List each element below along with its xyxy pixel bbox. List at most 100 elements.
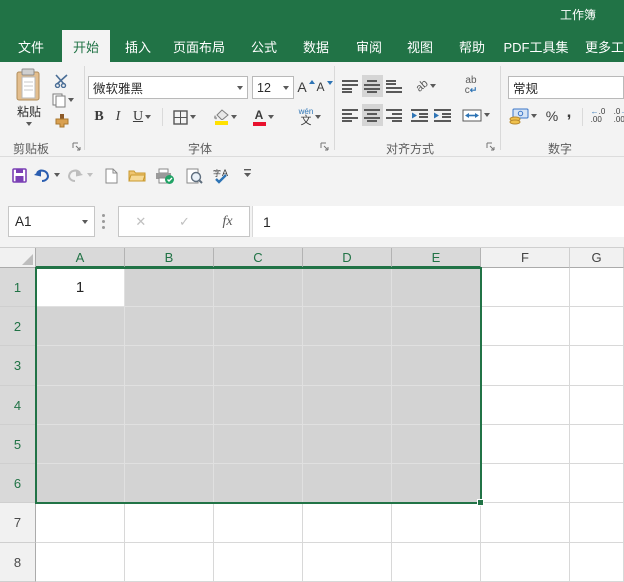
fill-color-button[interactable] [208, 105, 242, 129]
cell-D6[interactable] [303, 464, 392, 503]
customize-qat-button[interactable] [243, 168, 252, 177]
tab-公式[interactable]: 公式 [244, 30, 284, 62]
cell-E3[interactable] [392, 346, 481, 386]
tab-PDF工具集[interactable]: PDF工具集 [498, 30, 574, 62]
cell-A1[interactable]: 1 [36, 268, 125, 307]
cell-A7[interactable] [36, 503, 125, 543]
increase-decimal-button[interactable]: ←.0 .00 [587, 104, 609, 128]
decrease-indent-button[interactable] [409, 104, 431, 126]
cell-D7[interactable] [303, 503, 392, 543]
accounting-format-button[interactable] [506, 104, 540, 128]
row-header-8[interactable]: 8 [0, 543, 36, 582]
cell-A3[interactable] [36, 346, 125, 386]
cell-E6[interactable] [392, 464, 481, 503]
font-name-combo[interactable]: 微软雅黑 [88, 76, 248, 99]
select-all-corner[interactable] [0, 248, 36, 268]
cell-F4[interactable] [481, 386, 570, 425]
orientation-button[interactable]: ab [410, 75, 442, 97]
cell-A8[interactable] [36, 543, 125, 582]
cell-A6[interactable] [36, 464, 125, 503]
open-button[interactable] [128, 168, 146, 182]
fill-handle[interactable] [477, 499, 484, 506]
cell-D3[interactable] [303, 346, 392, 386]
font-dialog-launcher-icon[interactable] [320, 142, 330, 152]
borders-button[interactable] [168, 105, 200, 129]
underline-button[interactable]: U [128, 105, 156, 129]
column-header-C[interactable]: C [214, 248, 303, 268]
insert-function-icon[interactable]: fx [223, 214, 233, 230]
cell-G2[interactable] [570, 307, 624, 346]
alignment-dialog-launcher-icon[interactable] [486, 142, 496, 152]
cell-B1[interactable] [125, 268, 214, 307]
tab-开始[interactable]: 开始 [62, 30, 110, 62]
cell-C3[interactable] [214, 346, 303, 386]
column-header-A[interactable]: A [36, 248, 125, 268]
cell-B2[interactable] [125, 307, 214, 346]
decrease-decimal-button[interactable]: .0→ .00 [611, 104, 624, 128]
undo-button[interactable] [33, 168, 60, 182]
cell-G5[interactable] [570, 425, 624, 464]
phonetic-guide-button[interactable]: wén 文 [292, 105, 328, 129]
top-align-button[interactable] [340, 75, 361, 97]
formula-input[interactable]: 1 [252, 206, 624, 237]
tab-更多工[interactable]: 更多工 [585, 30, 624, 62]
percent-style-button[interactable]: % [543, 104, 561, 128]
row-header-6[interactable]: 6 [0, 464, 36, 503]
cell-A2[interactable] [36, 307, 125, 346]
cell-G6[interactable] [570, 464, 624, 503]
cell-F2[interactable] [481, 307, 570, 346]
column-header-E[interactable]: E [392, 248, 481, 268]
cell-A5[interactable] [36, 425, 125, 464]
cell-F1[interactable] [481, 268, 570, 307]
name-box[interactable]: A1 [8, 206, 95, 237]
cell-G3[interactable] [570, 346, 624, 386]
cell-G8[interactable] [570, 543, 624, 582]
cell-D1[interactable] [303, 268, 392, 307]
row-header-5[interactable]: 5 [0, 425, 36, 464]
cell-F3[interactable] [481, 346, 570, 386]
column-header-F[interactable]: F [481, 248, 570, 268]
cell-D2[interactable] [303, 307, 392, 346]
cell-C2[interactable] [214, 307, 303, 346]
clipboard-dialog-launcher-icon[interactable] [72, 142, 82, 152]
cell-D5[interactable] [303, 425, 392, 464]
cell-C8[interactable] [214, 543, 303, 582]
increase-indent-button[interactable] [432, 104, 454, 126]
paste-button[interactable]: 粘贴 [10, 68, 48, 134]
row-header-4[interactable]: 4 [0, 386, 36, 425]
cell-F6[interactable] [481, 464, 570, 503]
cell-C6[interactable] [214, 464, 303, 503]
quick-print-button[interactable] [155, 168, 175, 185]
number-format-combo[interactable]: 常规 [508, 76, 624, 99]
cell-C5[interactable] [214, 425, 303, 464]
formula-bar-resize-handle[interactable] [102, 214, 105, 217]
cell-C1[interactable] [214, 268, 303, 307]
cell-F7[interactable] [481, 503, 570, 543]
enter-icon[interactable]: ✓ [179, 214, 190, 230]
cell-E1[interactable] [392, 268, 481, 307]
font-color-button[interactable]: A [248, 105, 278, 129]
tab-数据[interactable]: 数据 [296, 30, 336, 62]
cell-B5[interactable] [125, 425, 214, 464]
increase-font-size-button[interactable]: A [297, 76, 315, 98]
cell-B8[interactable] [125, 543, 214, 582]
save-button[interactable] [12, 168, 27, 183]
italic-button[interactable]: I [110, 105, 126, 129]
align-center-button[interactable] [362, 104, 383, 126]
cancel-icon[interactable]: ✕ [135, 214, 146, 230]
cell-B7[interactable] [125, 503, 214, 543]
middle-align-button[interactable] [362, 75, 383, 97]
column-header-D[interactable]: D [303, 248, 392, 268]
cell-F8[interactable] [481, 543, 570, 582]
cell-G4[interactable] [570, 386, 624, 425]
bottom-align-button[interactable] [384, 75, 405, 97]
bold-button[interactable]: B [90, 105, 108, 129]
spelling-button[interactable]: 字 A [213, 168, 231, 184]
wrap-text-button[interactable]: ab c↵ [456, 73, 486, 99]
format-painter-button[interactable] [50, 111, 74, 129]
copy-button[interactable] [48, 91, 78, 109]
tab-审阅[interactable]: 审阅 [349, 30, 389, 62]
cell-B3[interactable] [125, 346, 214, 386]
cell-C7[interactable] [214, 503, 303, 543]
cell-E7[interactable] [392, 503, 481, 543]
